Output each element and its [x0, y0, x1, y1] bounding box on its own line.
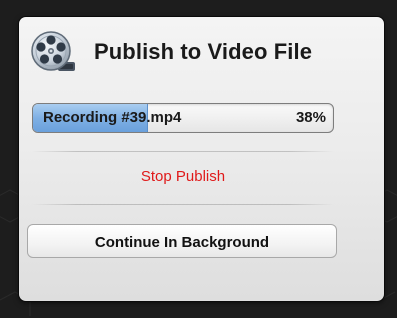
progress-percent: 38%: [295, 109, 326, 126]
continue-in-background-button[interactable]: Continue In Background: [27, 224, 337, 258]
divider-top: [32, 151, 334, 152]
dialog-title: Publish to Video File: [94, 39, 313, 64]
publish-progress-bar: Recording #39.mp4 38%: [32, 103, 334, 133]
divider-bottom: [32, 204, 334, 205]
stop-publish-link[interactable]: Stop Publish: [32, 168, 334, 185]
dialog-header: Publish to Video File: [30, 27, 350, 77]
film-reel-icon: [31, 31, 75, 71]
progress-file-name: Recording #39.mp4: [43, 109, 182, 126]
